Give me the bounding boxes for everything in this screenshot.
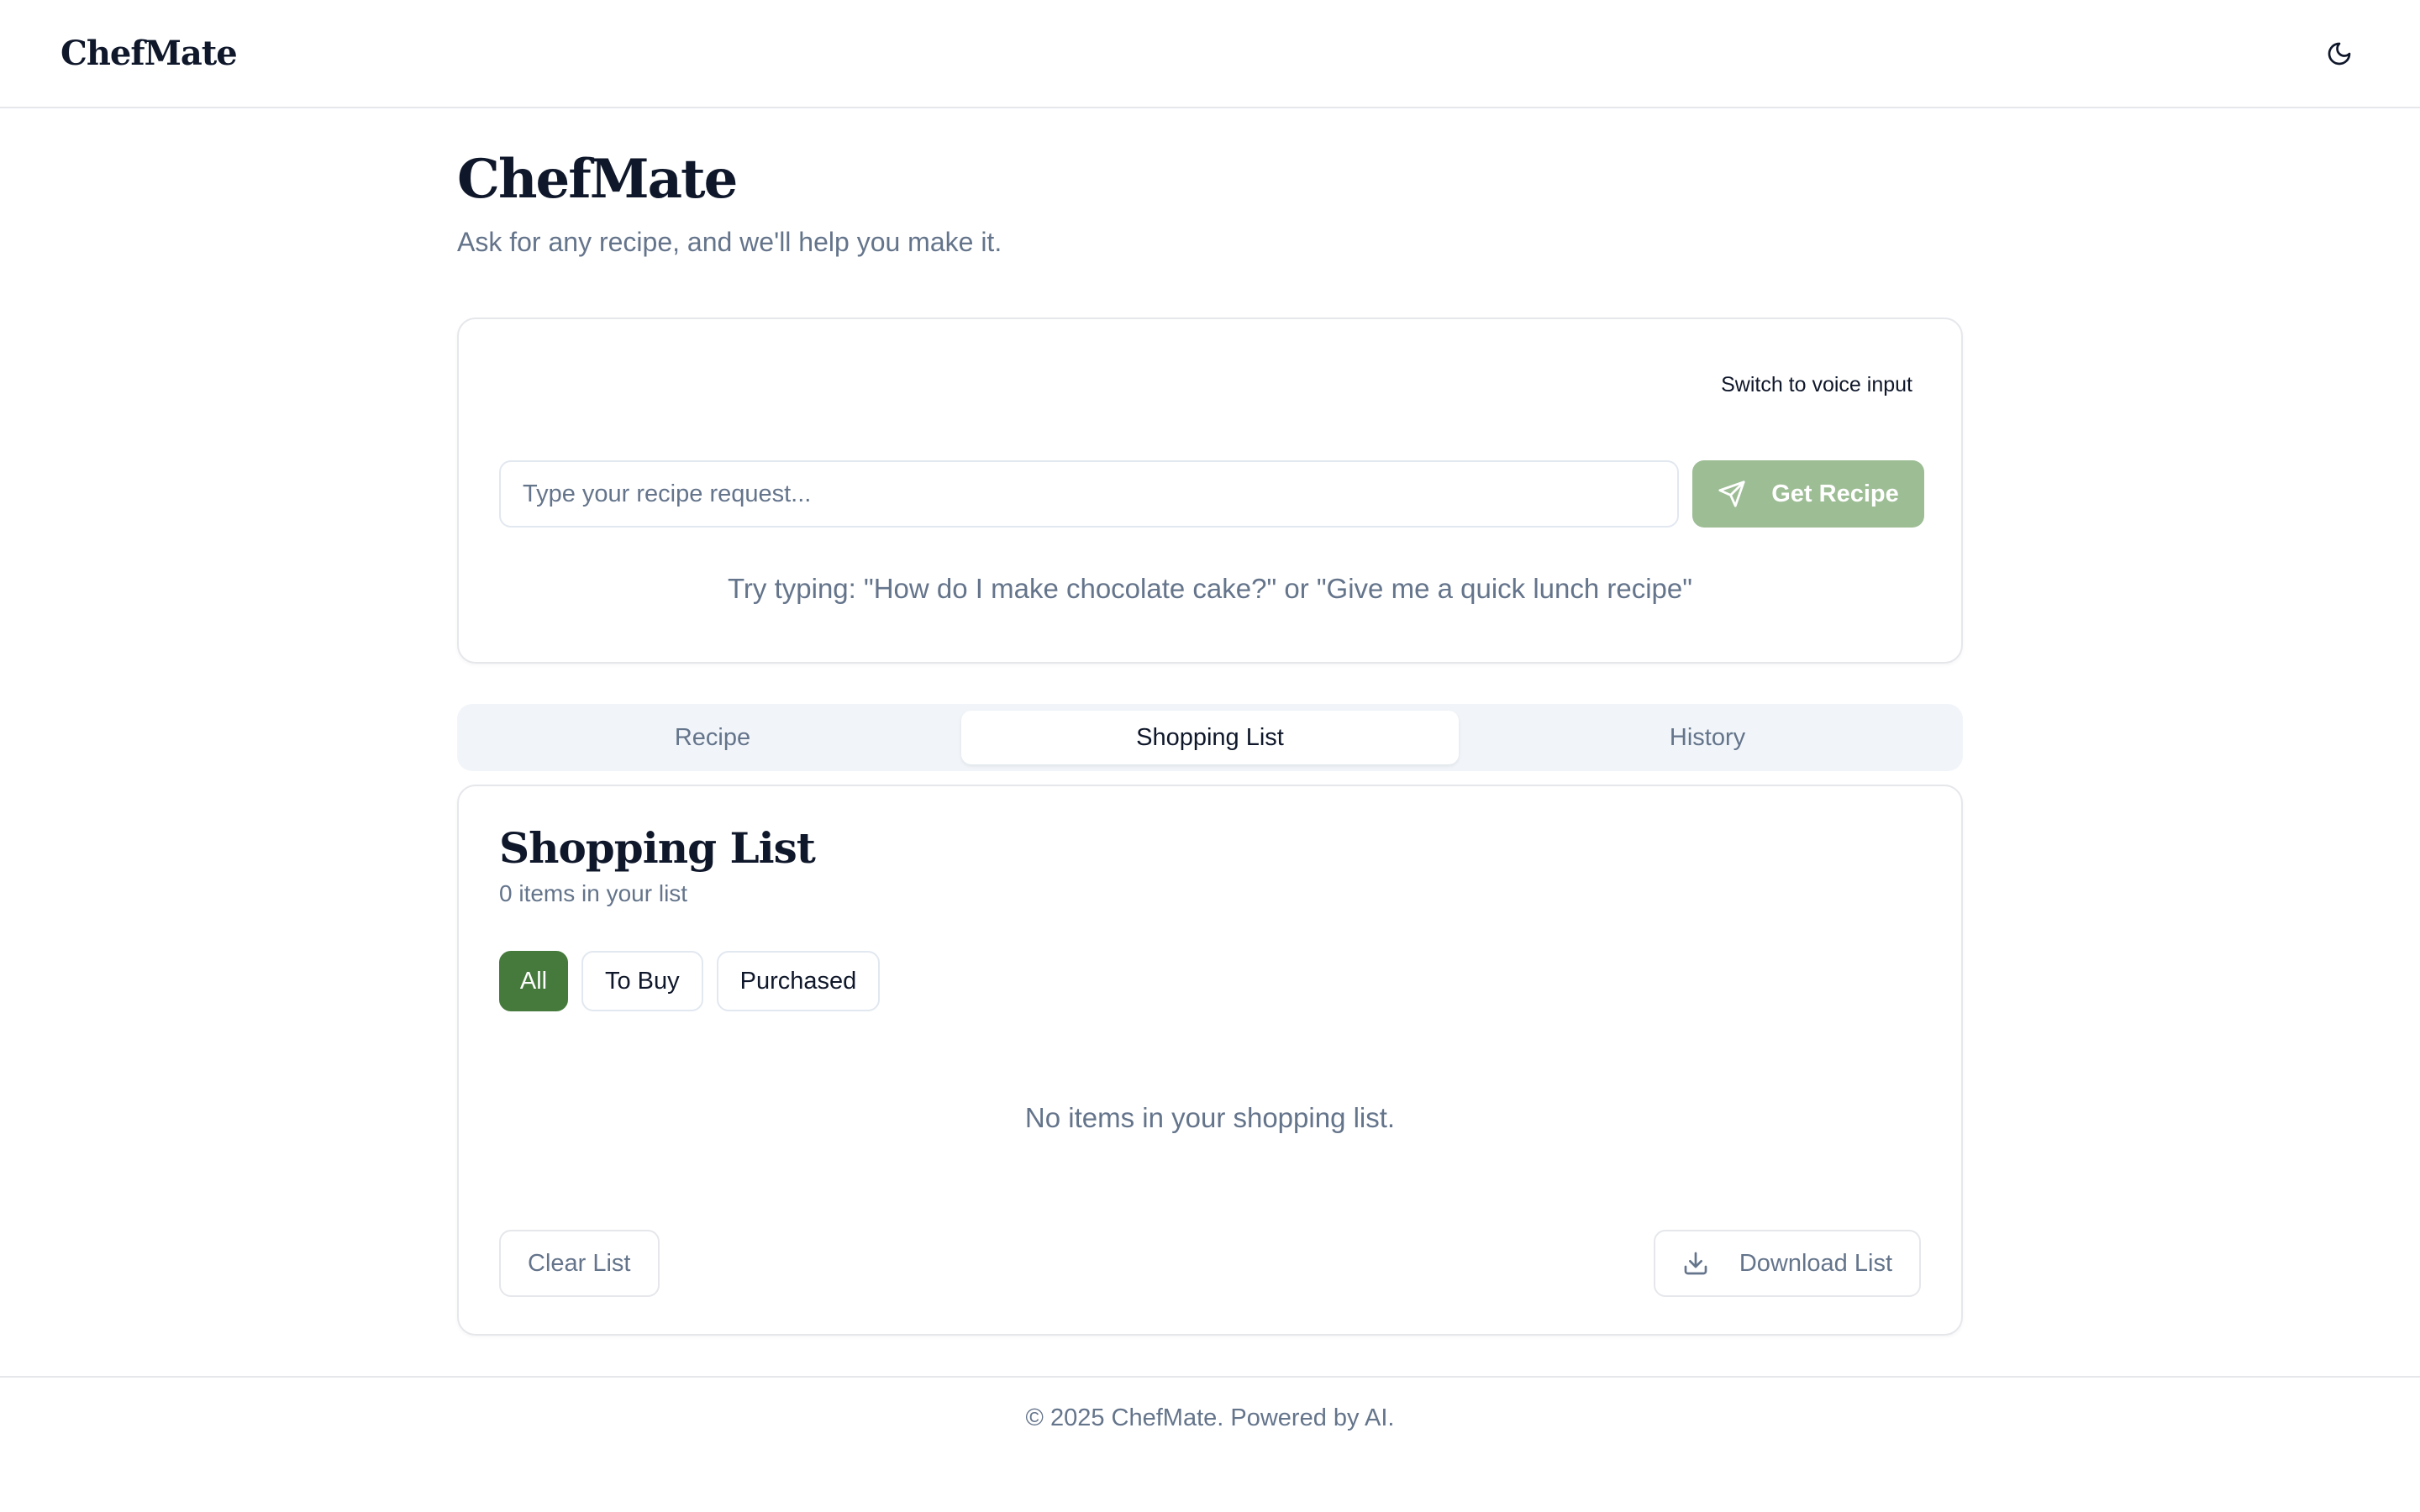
view-tabs: Recipe Shopping List History [457, 704, 1963, 771]
shopping-list-title: Shopping List [499, 823, 816, 873]
moon-icon [2328, 42, 2351, 65]
download-list-label: Download List [1739, 1249, 1892, 1277]
switch-to-voice-button[interactable]: Switch to voice input [1721, 373, 1912, 397]
footer-copyright: © 2025 ChefMate. Powered by AI. [1025, 1404, 1395, 1431]
send-icon [1718, 480, 1745, 507]
input-hint: Try typing: "How do I make chocolate cak… [728, 573, 1692, 604]
shopping-list-count: 0 items in your list [499, 880, 688, 906]
brand-logo[interactable]: ChefMate [60, 34, 238, 73]
get-recipe-label: Get Recipe [1771, 480, 1899, 507]
page-footer: © 2025 ChefMate. Powered by AI. [0, 1376, 2420, 1512]
shopping-list-card: Shopping List 0 items in your list All T… [457, 785, 1963, 1336]
clear-list-button[interactable]: Clear List [499, 1230, 660, 1297]
recipe-request-card: Switch to voice input Get Recipe Try typ… [457, 318, 1963, 664]
filter-purchased-button[interactable]: Purchased [716, 951, 881, 1011]
tab-shopping-list[interactable]: Shopping List [961, 711, 1459, 764]
empty-list-message: No items in your shopping list. [1024, 1102, 1396, 1133]
tab-recipe[interactable]: Recipe [464, 711, 961, 764]
shopping-list-filters: All To Buy Purchased [499, 951, 881, 1011]
download-list-button[interactable]: Download List [1653, 1230, 1921, 1297]
page-title: ChefMate [457, 148, 738, 211]
recipe-request-input[interactable] [499, 460, 1679, 528]
tab-history[interactable]: History [1459, 711, 1956, 764]
filter-to-buy-button[interactable]: To Buy [581, 951, 703, 1011]
page-subtitle: Ask for any recipe, and we'll help you m… [457, 227, 1002, 257]
get-recipe-button[interactable]: Get Recipe [1692, 460, 1924, 528]
top-navbar: ChefMate [0, 0, 2420, 108]
download-icon [1684, 1252, 1707, 1275]
theme-toggle-button[interactable] [2312, 27, 2366, 81]
filter-all-button[interactable]: All [499, 951, 568, 1011]
